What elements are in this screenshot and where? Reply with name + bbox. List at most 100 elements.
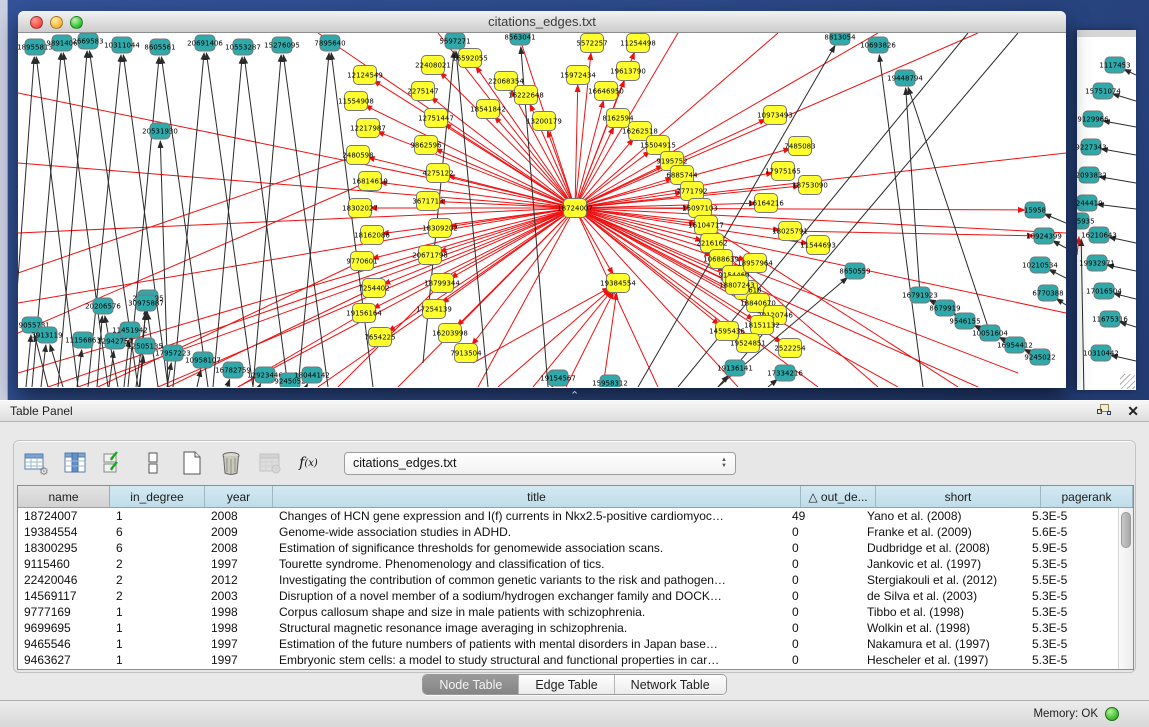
table-row[interactable]: 1456911722003Disruption of a novel membe… (18, 588, 1118, 604)
table-cell[interactable]: 1997 (205, 556, 273, 572)
graph-edge[interactable] (238, 208, 575, 387)
table-cell[interactable]: 2 (110, 572, 205, 588)
table-cell[interactable]: 5.3E-5 (1026, 588, 1118, 604)
column-header-out_de[interactable]: △ out_de... (801, 486, 876, 507)
background-network-window[interactable]: 1117453157510749129966922734312093832124… (1077, 30, 1136, 390)
table-cell[interactable]: 1 (110, 604, 205, 620)
graph-edge[interactable] (1097, 204, 1136, 209)
graph-edge[interactable] (575, 208, 1066, 233)
table-cell[interactable]: 1997 (205, 652, 273, 668)
table-cell[interactable]: 9465546 (18, 636, 110, 652)
table-cell[interactable]: Disruption of a novel member of a sodium… (273, 588, 786, 604)
table-cell[interactable]: Changes of HCN gene expression and I(f) … (273, 508, 786, 524)
table-settings-icon[interactable]: ⚙ (22, 450, 49, 477)
table-cell[interactable]: 0 (786, 604, 861, 620)
tab-edge-table[interactable]: Edge Table (519, 675, 614, 694)
column-header-title[interactable]: title (273, 486, 801, 507)
table-cell[interactable]: de Silva et al. (2003) (861, 588, 1026, 604)
table-cell[interactable]: 5.9E-5 (1026, 540, 1118, 556)
table-cell[interactable]: 9777169 (18, 604, 110, 620)
table-cell[interactable]: 0 (786, 524, 861, 540)
rows-icon[interactable] (139, 450, 166, 477)
table-select-dropdown[interactable]: citations_edges.txt ▲▼ (344, 452, 736, 475)
table-cell[interactable]: 9463627 (18, 652, 110, 668)
table-cell[interactable]: Corpus callosum shape and size in male p… (273, 604, 786, 620)
table-cell[interactable]: Nakamura et al. (1997) (861, 636, 1026, 652)
table-cell[interactable]: 19384554 (18, 524, 110, 540)
graph-edge[interactable] (1077, 237, 1079, 255)
graph-edge[interactable] (259, 384, 261, 387)
table-cell[interactable]: 2008 (205, 540, 273, 556)
table-cell[interactable]: 5.3E-5 (1026, 636, 1118, 652)
table-cell[interactable]: Dudbridge et al. (2008) (861, 540, 1026, 556)
table-row[interactable]: 2242004622012Investigating the contribut… (18, 572, 1118, 588)
table-row[interactable]: 977716911998Corpus callosum shape and si… (18, 604, 1118, 620)
graph-edge[interactable] (18, 208, 575, 373)
table-cell[interactable]: 5.3E-5 (1026, 652, 1118, 668)
resize-grip-icon[interactable] (1120, 374, 1135, 389)
column-header-in_degree[interactable]: in_degree (110, 486, 205, 507)
trash-icon[interactable] (217, 450, 244, 477)
background-network-canvas[interactable]: 1117453157510749129966922734312093832124… (1077, 37, 1136, 390)
graph-edge[interactable] (109, 351, 114, 387)
table-cell[interactable]: Investigating the contribution of common… (273, 572, 786, 588)
table-cell[interactable]: 2012 (205, 572, 273, 588)
graph-edge[interactable] (18, 163, 575, 208)
table-cell[interactable]: 5.5E-5 (1026, 572, 1118, 588)
graph-edge[interactable] (906, 88, 920, 295)
window-titlebar[interactable]: citations_edges.txt (18, 11, 1066, 33)
table-cell[interactable]: Yano et al. (2008) (861, 508, 1026, 524)
table-cell[interactable]: 2 (110, 556, 205, 572)
graph-edge[interactable] (161, 57, 208, 387)
table-cell[interactable]: 5.3E-5 (1026, 508, 1118, 524)
table-cell[interactable]: 2008 (205, 508, 273, 524)
table-cell[interactable]: 6 (110, 540, 205, 556)
table-row[interactable]: 969969511998Structural magnetic resonanc… (18, 620, 1118, 636)
table-cell[interactable]: Structural magnetic resonance image aver… (273, 620, 786, 636)
table-row[interactable]: 1830029562008Estimation of significance … (18, 540, 1118, 556)
graph-edge[interactable] (1049, 269, 1066, 278)
column-header-year[interactable]: year (205, 486, 273, 507)
graph-edge[interactable] (1056, 299, 1066, 305)
table-cell[interactable]: 2003 (205, 588, 273, 604)
table-cell[interactable]: 0 (786, 620, 861, 636)
table-cell[interactable]: 5.3E-5 (1026, 620, 1118, 636)
graph-edge[interactable] (1124, 69, 1136, 75)
table-cell[interactable]: 1 (110, 636, 205, 652)
table-cell[interactable]: 1998 (205, 604, 273, 620)
table-cell[interactable]: 1997 (205, 636, 273, 652)
close-panel-icon[interactable]: ✕ (1127, 404, 1139, 418)
graph-edge[interactable] (879, 55, 923, 387)
table-cell[interactable]: 0 (786, 556, 861, 572)
new-document-icon[interactable] (178, 450, 205, 477)
table-cell[interactable]: Tibbo et al. (1998) (861, 604, 1026, 620)
network-canvas[interactable]: 1872400712124549115549081221798724805981… (18, 33, 1066, 387)
row-check-icon[interactable] (100, 450, 127, 477)
column-header-name[interactable]: name (18, 486, 110, 507)
graph-edge[interactable] (173, 53, 204, 387)
table-cell[interactable]: 1 (110, 652, 205, 668)
graph-edge[interactable] (768, 379, 777, 387)
graph-edge[interactable] (227, 379, 230, 387)
network-view-window[interactable]: citations_edges.txt 18724007121245491155… (18, 11, 1066, 388)
graph-edge[interactable] (398, 208, 575, 387)
table-cell[interactable]: Embryonic stem cells: a model to study s… (273, 652, 786, 668)
column-visibility-icon[interactable] (61, 450, 88, 477)
table-cell[interactable]: 22420046 (18, 572, 110, 588)
float-panel-icon[interactable] (1097, 404, 1113, 418)
table-cell[interactable]: 1998 (205, 620, 273, 636)
table-cell[interactable]: Genome-wide association studies in ADHD. (273, 524, 786, 540)
graph-edge[interactable] (1053, 241, 1066, 248)
table-cell[interactable]: 2 (110, 588, 205, 604)
table-cell[interactable]: 5.6E-5 (1026, 524, 1118, 540)
table-cell[interactable]: 14569117 (18, 588, 110, 604)
table-cell[interactable]: Jankovic et al. (1997) (861, 556, 1026, 572)
tab-node-table[interactable]: Node Table (423, 675, 519, 694)
table-row[interactable]: 911546021997Tourette syndrome. Phenomeno… (18, 556, 1118, 572)
graph-edge[interactable] (790, 231, 1034, 236)
column-header-short[interactable]: short (876, 486, 1041, 507)
table-cell[interactable]: 0 (786, 540, 861, 556)
table-row[interactable]: 946554611997Estimation of the future num… (18, 636, 1118, 652)
graph-edge[interactable] (213, 57, 242, 387)
graph-edge[interactable] (206, 53, 253, 387)
